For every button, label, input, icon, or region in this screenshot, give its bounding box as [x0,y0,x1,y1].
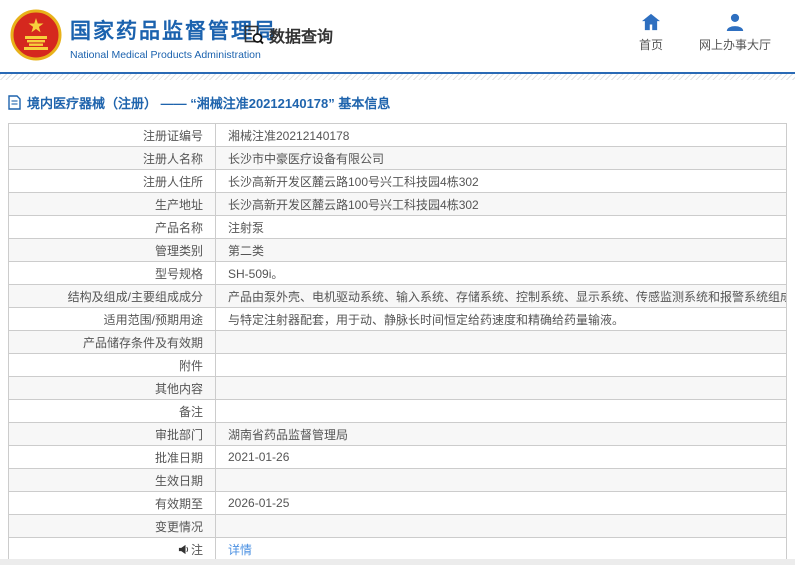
home-icon [641,13,660,31]
table-row: 注册人名称 长沙市中豪医疗设备有限公司 [8,146,787,170]
nav-item-label: 网上办事大厅 [698,38,771,52]
table-row: 注册证编号 湘械注准20212140178 [8,123,787,147]
row-value: 2026-01-25 [215,491,787,515]
table-row: 生效日期 [8,468,787,492]
header: 国家药品监督管理局 National Medical Products Admi… [0,0,795,72]
row-value: 详情 [215,537,787,561]
row-label: 注 [8,537,216,561]
row-value: 长沙高新开发区麓云路100号兴工科技园4栋302 [215,169,787,193]
row-value: 第二类 [215,238,787,262]
table-row: 附件 [8,353,787,377]
table-row: 适用范围/预期用途 与特定注射器配套，用于动、静脉长时间恒定给药速度和精确给药量输… [8,307,787,331]
nav-item-label: 首页 [638,38,663,52]
data-query-icon [244,25,264,45]
row-label: 注册人名称 [8,146,216,170]
row-value: 长沙市中豪医疗设备有限公司 [215,146,787,170]
table-row: 结构及组成/主要组成成分 产品由泵外壳、电机驱动系统、输入系统、存储系统、控制系统… [8,284,787,308]
data-query-label: 数据查询 [269,29,334,46]
national-emblem-logo [10,9,62,61]
row-value [215,353,787,377]
row-value: 长沙高新开发区麓云路100号兴工科技园4栋302 [215,192,787,216]
nav-item-home[interactable]: 首页 [639,13,663,53]
document-icon [8,95,21,110]
row-label: 变更情况 [8,514,216,538]
row-value [215,399,787,423]
table-row: 有效期至 2026-01-25 [8,491,787,515]
table-row: 变更情况 [8,514,787,538]
row-value [215,468,787,492]
table-row: 备注 [8,399,787,423]
table-row: 批准日期 2021-01-26 [8,445,787,469]
row-value: SH-509i。 [215,261,787,285]
table-row: 注详情 [8,537,787,561]
row-value: 注射泵 [215,215,787,239]
row-label: 结构及组成/主要组成成分 [8,284,216,308]
info-table: 注册证编号 湘械注准20212140178 注册人名称 长沙市中豪医疗设备有限公司 注册… [8,123,787,561]
row-value [215,376,787,400]
title-bar: 境内医疗器械（注册） —— “湘械注准20212140178” 基本信息 [0,80,795,121]
row-label: 生产地址 [8,192,216,216]
table-row: 管理类别 第二类 [8,238,787,262]
table-row: 注册人住所 长沙高新开发区麓云路100号兴工科技园4栋302 [8,169,787,193]
row-label: 注册人住所 [8,169,216,193]
row-label: 备注 [8,399,216,423]
row-label: 有效期至 [8,491,216,515]
row-label: 附件 [8,353,216,377]
top-nav: 首页 网上办事大厅 [639,13,771,53]
table-row: 产品名称 注射泵 [8,215,787,239]
org-name-en: National Medical Products Administration [70,49,261,61]
row-label: 型号规格 [8,261,216,285]
row-value: 湖南省药品监督管理局 [215,422,787,446]
row-label: 适用范围/预期用途 [8,307,216,331]
data-query-nav[interactable]: 数据查询 [243,23,333,47]
megaphone-icon [178,544,189,558]
row-label: 产品储存条件及有效期 [8,330,216,354]
table-row: 其他内容 [8,376,787,400]
details-link[interactable]: 详情 [228,543,252,557]
row-label: 生效日期 [8,468,216,492]
person-icon [726,13,744,31]
row-label: 产品名称 [8,215,216,239]
table-row: 型号规格 SH-509i。 [8,261,787,285]
row-label: 批准日期 [8,445,216,469]
row-label: 管理类别 [8,238,216,262]
row-value: 产品由泵外壳、电机驱动系统、输入系统、存储系统、控制系统、显示系统、传感监测系统… [215,284,787,308]
row-label: 审批部门 [8,422,216,446]
table-row: 产品储存条件及有效期 [8,330,787,354]
row-value [215,514,787,538]
row-label: 其他内容 [8,376,216,400]
row-value: 2021-01-26 [215,445,787,469]
row-value: 湘械注准20212140178 [215,123,787,147]
row-value [215,330,787,354]
row-value: 与特定注射器配套，用于动、静脉长时间恒定给药速度和精确给药量输液。 [215,307,787,331]
nav-item-service-hall[interactable]: 网上办事大厅 [699,13,771,53]
row-label: 注册证编号 [8,123,216,147]
footer-strip [0,559,795,565]
page-title: 境内医疗器械（注册） —— “湘械注准20212140178” 基本信息 [27,96,391,111]
table-row: 审批部门 湖南省药品监督管理局 [8,422,787,446]
table-row: 生产地址 长沙高新开发区麓云路100号兴工科技园4栋302 [8,192,787,216]
